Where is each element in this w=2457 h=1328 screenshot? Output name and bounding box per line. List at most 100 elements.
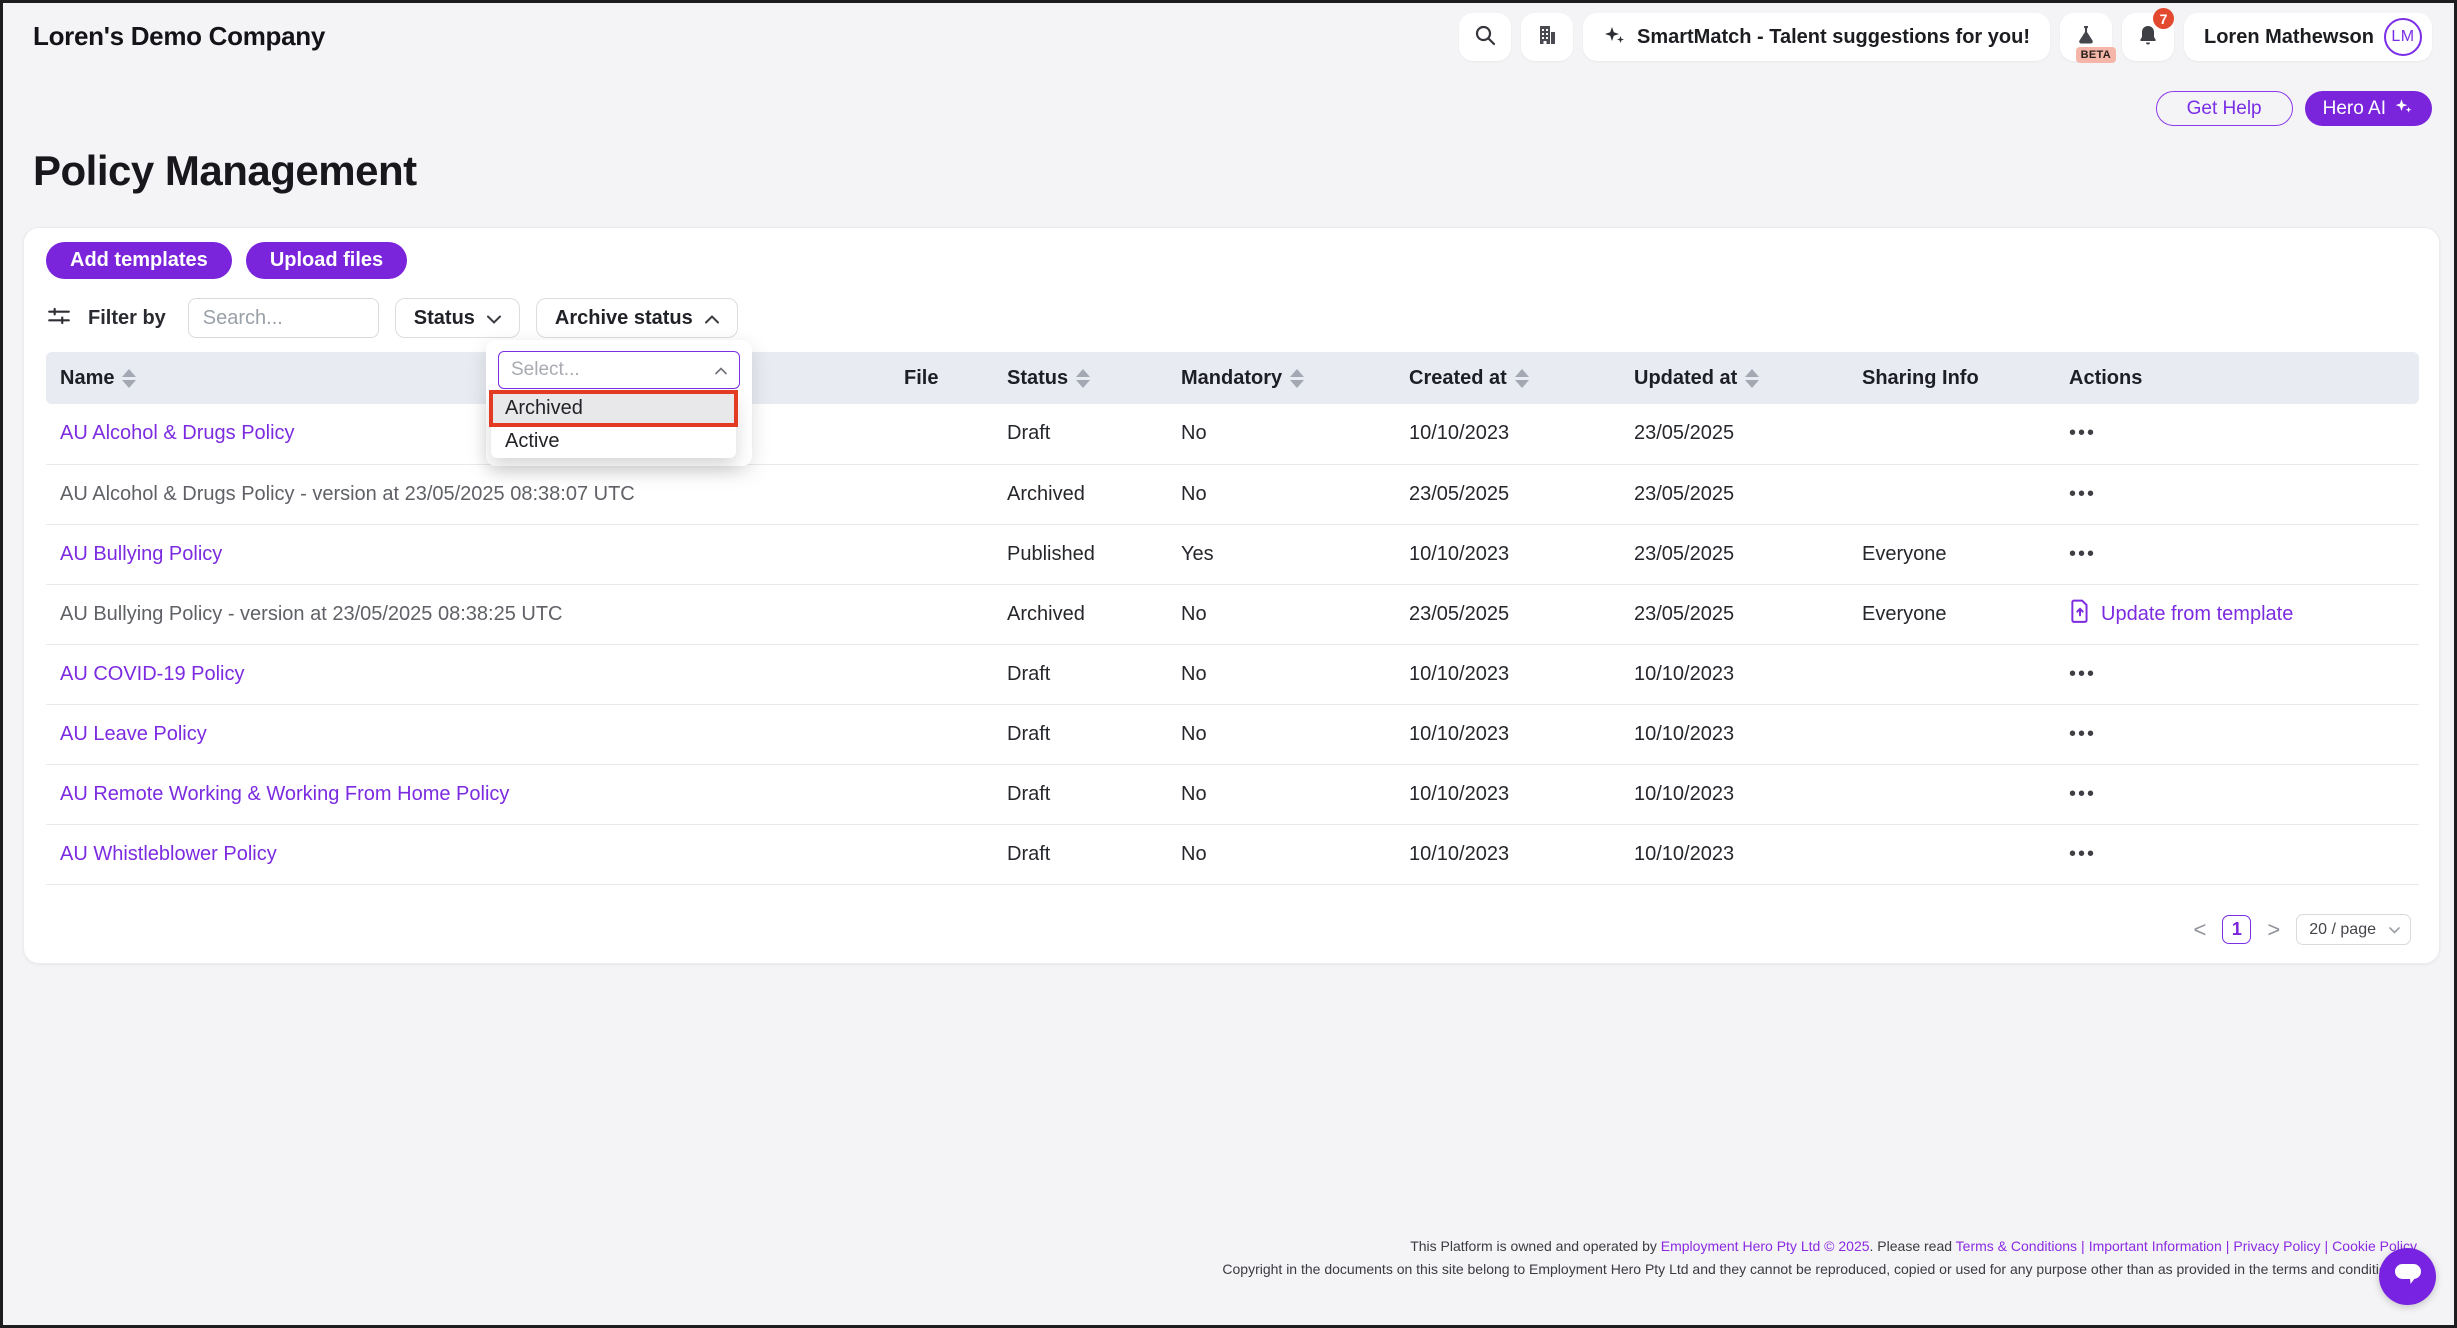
- cell-actions: •••: [2055, 524, 2419, 584]
- column-header-mandatory[interactable]: Mandatory: [1167, 352, 1395, 404]
- cell-name: AU Whistleblower Policy: [46, 824, 890, 884]
- search-icon: [1473, 23, 1497, 52]
- search-input[interactable]: [188, 298, 379, 338]
- status-filter-label: Status: [414, 307, 475, 330]
- archive-status-option-active[interactable]: Active: [491, 425, 736, 458]
- row-actions-menu-button[interactable]: •••: [2069, 723, 2096, 745]
- archive-status-option-archived[interactable]: Archived: [491, 392, 736, 425]
- column-header-actions: Actions: [2055, 352, 2419, 404]
- sort-icon[interactable]: [1076, 369, 1090, 388]
- current-page-button[interactable]: 1: [2222, 915, 2251, 944]
- footer-link-important-information[interactable]: Important Information: [2089, 1238, 2222, 1254]
- policy-name-link[interactable]: AU Whistleblower Policy: [60, 843, 277, 865]
- cell-name: AU Leave Policy: [46, 704, 890, 764]
- row-actions-menu-button[interactable]: •••: [2069, 483, 2096, 505]
- page-title: Policy Management: [33, 147, 417, 195]
- filter-row: Filter by Status Archive status: [46, 298, 738, 338]
- labs-button[interactable]: BETA: [2060, 13, 2112, 61]
- column-header-updated[interactable]: Updated at: [1620, 352, 1848, 404]
- cell-name: AU Remote Working & Working From Home Po…: [46, 764, 890, 824]
- cell-file: [890, 584, 993, 644]
- column-label: Actions: [2069, 367, 2142, 390]
- search-button[interactable]: [1459, 13, 1511, 61]
- add-templates-button[interactable]: Add templates: [46, 242, 232, 279]
- footer-legal-line: This Platform is owned and operated by E…: [1222, 1235, 2417, 1258]
- prev-page-button[interactable]: <: [2192, 919, 2209, 941]
- smartmatch-label: SmartMatch - Talent suggestions for you!: [1637, 26, 2030, 49]
- policy-name-link[interactable]: AU Leave Policy: [60, 723, 207, 745]
- row-actions-menu-button[interactable]: •••: [2069, 843, 2096, 865]
- cell-created: 10/10/2023: [1395, 644, 1620, 704]
- cell-actions: •••: [2055, 644, 2419, 704]
- cell-updated: 10/10/2023: [1620, 764, 1848, 824]
- cell-mandatory: No: [1167, 464, 1395, 524]
- footer-link-privacy-policy[interactable]: Privacy Policy: [2233, 1238, 2320, 1254]
- cell-created: 23/05/2025: [1395, 464, 1620, 524]
- sort-icon[interactable]: [1745, 369, 1759, 388]
- table-row: AU Alcohol & Drugs Policy - version at 2…: [46, 464, 2419, 524]
- cell-created: 23/05/2025: [1395, 584, 1620, 644]
- row-actions-menu-button[interactable]: •••: [2069, 543, 2096, 565]
- policies-table: NameFileStatusMandatoryCreated atUpdated…: [46, 352, 2419, 885]
- policy-name-link[interactable]: AU Remote Working & Working From Home Po…: [60, 783, 509, 805]
- row-actions-menu-button[interactable]: •••: [2069, 783, 2096, 805]
- cell-name: AU Bullying Policy: [46, 524, 890, 584]
- archive-status-select-input[interactable]: Select...: [498, 351, 740, 389]
- sparkle-icon: [1603, 23, 1627, 52]
- cell-sharing: [1848, 764, 2055, 824]
- table-row: AU COVID-19 PolicyDraftNo10/10/202310/10…: [46, 644, 2419, 704]
- footer-copyright-line: Copyright in the documents on this site …: [1222, 1258, 2417, 1281]
- footer: This Platform is owned and operated by E…: [1222, 1235, 2417, 1281]
- cell-actions: •••: [2055, 764, 2419, 824]
- cell-mandatory: No: [1167, 584, 1395, 644]
- cell-mandatory: No: [1167, 644, 1395, 704]
- upload-files-button[interactable]: Upload files: [246, 242, 407, 279]
- user-menu[interactable]: Loren Mathewson LM: [2184, 13, 2432, 61]
- column-header-status[interactable]: Status: [993, 352, 1167, 404]
- table-header-row: NameFileStatusMandatoryCreated atUpdated…: [46, 352, 2419, 404]
- table-row: AU Alcohol & Drugs PolicyDraftNo10/10/20…: [46, 404, 2419, 464]
- cell-actions: •••: [2055, 404, 2419, 464]
- table-row: AU Bullying PolicyPublishedYes10/10/2023…: [46, 524, 2419, 584]
- cell-created: 10/10/2023: [1395, 404, 1620, 464]
- next-page-button[interactable]: >: [2265, 919, 2282, 941]
- cell-updated: 10/10/2023: [1620, 824, 1848, 884]
- avatar: LM: [2384, 18, 2422, 56]
- cell-created: 10/10/2023: [1395, 824, 1620, 884]
- page-size-select[interactable]: 20 / page: [2296, 914, 2411, 945]
- policy-name-link[interactable]: AU COVID-19 Policy: [60, 663, 245, 685]
- sort-icon[interactable]: [122, 369, 136, 388]
- get-help-button[interactable]: Get Help: [2156, 91, 2293, 126]
- footer-company-link[interactable]: Employment Hero Pty Ltd © 2025: [1661, 1238, 1870, 1254]
- footer-link-terms-conditions[interactable]: Terms & Conditions: [1956, 1238, 2077, 1254]
- sort-icon[interactable]: [1515, 369, 1529, 388]
- notifications-button[interactable]: 7: [2122, 13, 2174, 61]
- update-from-template-link[interactable]: Update from template: [2069, 599, 2293, 629]
- cell-mandatory: No: [1167, 404, 1395, 464]
- chevron-down-icon: [487, 307, 501, 330]
- column-header-created[interactable]: Created at: [1395, 352, 1620, 404]
- archive-status-options-menu: ArchivedActive: [491, 392, 736, 458]
- cell-actions: •••: [2055, 824, 2419, 884]
- column-label: Updated at: [1634, 367, 1737, 390]
- status-filter-button[interactable]: Status: [395, 298, 520, 338]
- organisation-button[interactable]: [1521, 13, 1573, 61]
- pagination: < 1 > 20 / page: [2192, 914, 2411, 945]
- cell-status: Draft: [993, 644, 1167, 704]
- policy-name-link[interactable]: AU Bullying Policy: [60, 543, 222, 565]
- chat-widget-button[interactable]: [2379, 1248, 2436, 1305]
- cell-file: [890, 824, 993, 884]
- row-actions-menu-button[interactable]: •••: [2069, 663, 2096, 685]
- cell-file: [890, 404, 993, 464]
- cell-name: AU Alcohol & Drugs Policy - version at 2…: [46, 464, 890, 524]
- policy-name-link[interactable]: AU Alcohol & Drugs Policy: [60, 422, 295, 444]
- column-header-name[interactable]: Name: [46, 352, 890, 404]
- hero-ai-button[interactable]: Hero AI: [2305, 91, 2432, 126]
- row-actions-menu-button[interactable]: •••: [2069, 422, 2096, 444]
- cell-status: Draft: [993, 824, 1167, 884]
- sort-icon[interactable]: [1290, 369, 1304, 388]
- archive-status-filter-button[interactable]: Archive status: [536, 298, 738, 338]
- footer-separator: |: [2222, 1238, 2234, 1254]
- topbar-actions: SmartMatch - Talent suggestions for you!…: [1459, 13, 2432, 61]
- smartmatch-banner[interactable]: SmartMatch - Talent suggestions for you!: [1583, 13, 2050, 61]
